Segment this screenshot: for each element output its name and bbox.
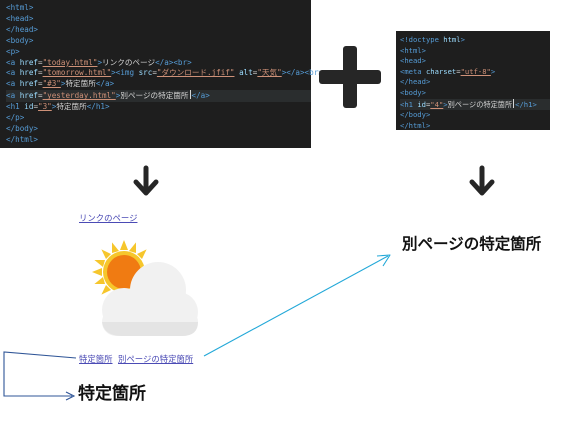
cross-page-arrow (203, 254, 391, 357)
